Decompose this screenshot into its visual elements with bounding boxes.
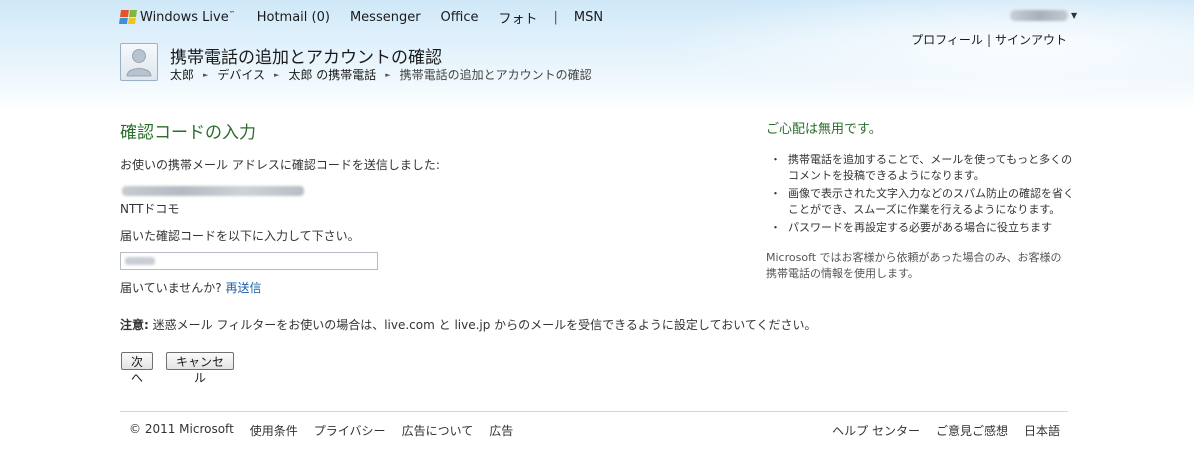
nav-msn[interactable]: MSN: [574, 10, 603, 25]
nav-photo[interactable]: フォト: [499, 8, 538, 27]
caret-down-icon: ▼: [1071, 11, 1078, 20]
footer-terms-link[interactable]: 使用条件: [250, 422, 298, 439]
bullet-icon: ・: [770, 187, 781, 200]
breadcrumb-current: 携帯電話の追加とアカウントの確認: [399, 68, 592, 82]
breadcrumb-arrow-icon: ►: [274, 70, 280, 79]
cancel-button[interactable]: キャンセル: [166, 352, 234, 385]
user-avatar: [120, 43, 158, 81]
page-title: 携帯電話の追加とアカウントの確認: [170, 48, 442, 68]
user-avatar-icon: [126, 49, 152, 77]
breadcrumb: 太郎 ► デバイス ► 太郎 の携帯電話 ► 携帯電話の追加とアカウントの確認: [170, 66, 592, 83]
breadcrumb-arrow-icon: ►: [385, 70, 391, 79]
note-label: 注意:: [120, 318, 149, 332]
next-button[interactable]: 次へ: [121, 352, 153, 385]
user-name-blurred: [1010, 10, 1068, 21]
footer-divider: [120, 411, 1068, 412]
profile-link[interactable]: プロフィール: [911, 33, 983, 47]
footer-ads-link[interactable]: 広告: [489, 422, 513, 439]
nav-separator: |: [553, 9, 558, 25]
breadcrumb-devices[interactable]: デバイス: [217, 66, 265, 83]
nav-office[interactable]: Office: [441, 10, 479, 25]
list-item: ・パスワードを再設定する必要がある場合に役立ちます: [766, 220, 1076, 236]
sidebar-heading: ご心配は無用です。: [766, 122, 882, 137]
nav-hotmail[interactable]: Hotmail (0): [257, 10, 330, 25]
not-received-text: 届いていませんか?: [120, 281, 222, 295]
signout-link[interactable]: サインアウト: [995, 33, 1067, 47]
benefit-text: 画像で表示された文字入力などのスパム防止の確認を省くことができ、スムーズに作業を…: [788, 187, 1074, 216]
instruction-text: 届いた確認コードを以下に入力して下さい。: [120, 229, 360, 243]
footer-left-links: © 2011 Microsoft 使用条件 プライバシー 広告について 広告: [129, 422, 529, 439]
account-links: プロフィール | サインアウト: [911, 31, 1067, 48]
brand-name: Windows Live™: [140, 9, 235, 25]
benefit-text: 携帯電話を追加することで、メールを使ってもっと多くのコメントを投稿できるようにな…: [788, 153, 1073, 182]
copyright: © 2011 Microsoft: [129, 422, 234, 436]
spam-note: 注意: 迷惑メール フィルターをお使いの場合は、live.com と live.…: [120, 316, 817, 333]
benefits-list: ・携帯電話を追加することで、メールを使ってもっと多くのコメントを投稿できるように…: [766, 152, 1076, 238]
footer-help-link[interactable]: ヘルプ センター: [832, 422, 920, 439]
bullet-icon: ・: [770, 153, 781, 166]
top-navigation: Windows Live™ Hotmail (0) Messenger Offi…: [119, 8, 623, 27]
footer-feedback-link[interactable]: ご意見ご感想: [936, 422, 1008, 439]
verification-code-input[interactable]: [120, 252, 378, 270]
footer-privacy-link[interactable]: プライバシー: [314, 422, 386, 439]
account-link-separator: |: [986, 33, 991, 47]
footer-about-ads-link[interactable]: 広告について: [402, 422, 474, 439]
sent-message: お使いの携帯メール アドレスに確認コードを送信しました:: [120, 158, 440, 172]
windows-flag-icon: [119, 10, 137, 24]
header-glow: [600, 0, 1194, 110]
privacy-note: Microsoft ではお客様から依頼があった場合のみ、お客様の携帯電話の情報を…: [766, 251, 1062, 280]
section-heading: 確認コードの入力: [120, 123, 256, 143]
carrier-name: NTTドコモ: [120, 202, 180, 216]
windows-live-brand[interactable]: Windows Live™: [119, 9, 235, 25]
user-menu[interactable]: ▼: [1010, 10, 1077, 21]
list-item: ・携帯電話を追加することで、メールを使ってもっと多くのコメントを投稿できるように…: [766, 152, 1076, 184]
benefit-text: パスワードを再設定する必要がある場合に役立ちます: [788, 221, 1052, 234]
resend-row: 届いていませんか? 再送信: [120, 279, 262, 296]
list-item: ・画像で表示された文字入力などのスパム防止の確認を省くことができ、スムーズに作業…: [766, 186, 1076, 218]
breadcrumb-arrow-icon: ►: [203, 70, 209, 79]
footer-right-links: ヘルプ センター ご意見ご感想 日本語: [816, 422, 1060, 439]
breadcrumb-user[interactable]: 太郎: [170, 66, 194, 83]
breadcrumb-phone[interactable]: 太郎 の携帯電話: [288, 66, 376, 83]
email-address-blurred: [122, 186, 304, 196]
footer-language-link[interactable]: 日本語: [1024, 422, 1060, 439]
note-text: 迷惑メール フィルターをお使いの場合は、live.com と live.jp か…: [152, 318, 817, 332]
nav-messenger[interactable]: Messenger: [350, 10, 421, 25]
bullet-icon: ・: [770, 221, 781, 234]
resend-link[interactable]: 再送信: [225, 281, 261, 295]
code-value-blurred: [125, 257, 155, 265]
